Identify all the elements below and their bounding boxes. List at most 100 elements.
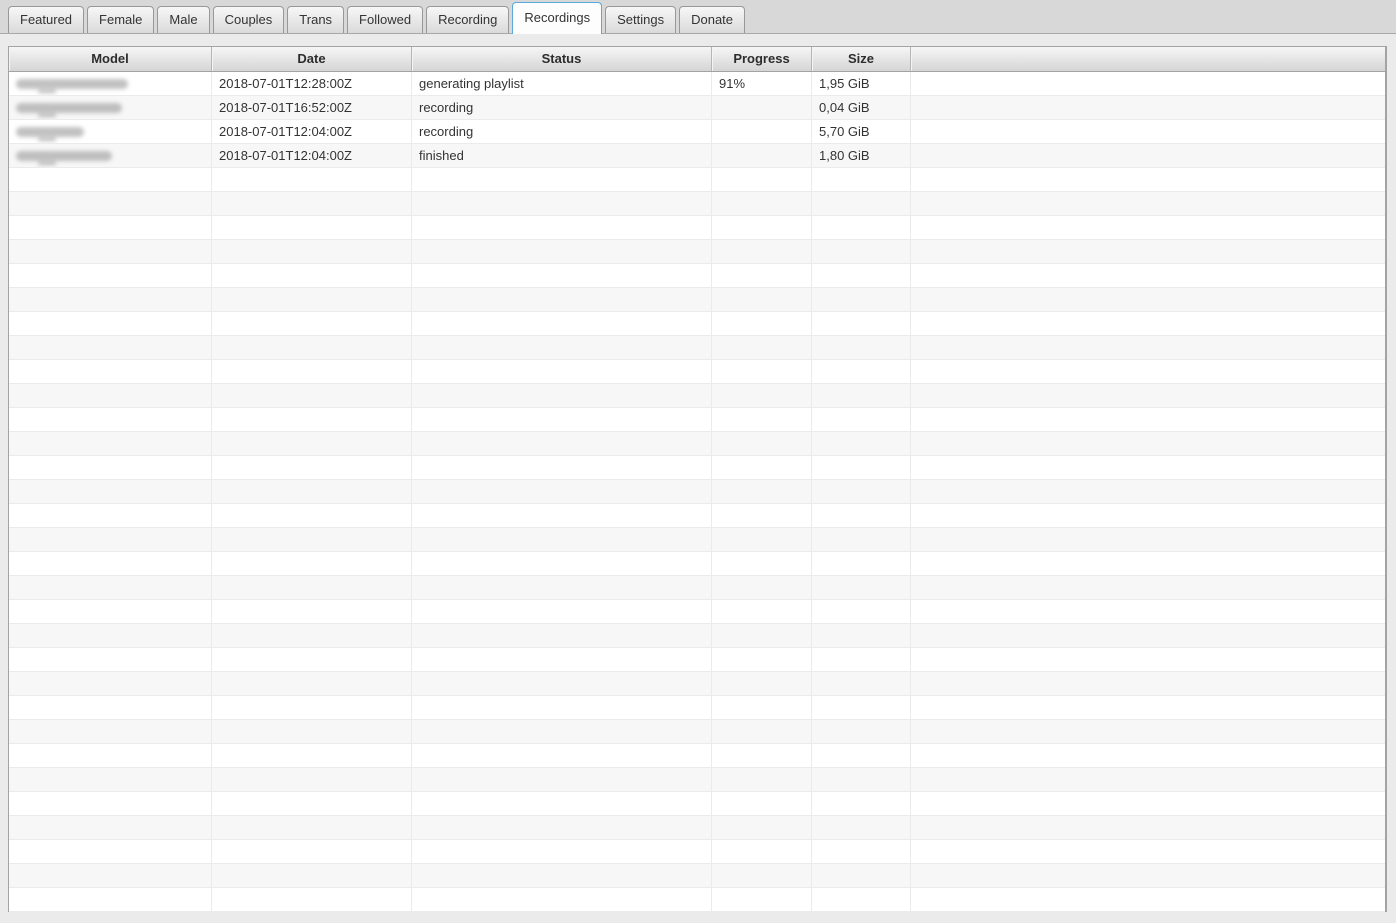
- column-header-size[interactable]: Size: [812, 47, 911, 71]
- cell-extra: [911, 288, 1385, 312]
- tab-featured[interactable]: Featured: [8, 6, 85, 33]
- cell-status: [412, 312, 712, 336]
- cell-model: [9, 384, 212, 408]
- cell-size: [812, 168, 911, 192]
- cell-status: recording: [412, 120, 712, 144]
- tab-followed[interactable]: Followed: [347, 6, 424, 33]
- table-row[interactable]: [9, 432, 1385, 456]
- cell-extra: [911, 384, 1385, 408]
- cell-size: [812, 816, 911, 840]
- table-row[interactable]: 2018-07-01T12:04:00Z finished 1,80 GiB: [9, 144, 1385, 168]
- table-row[interactable]: [9, 168, 1385, 192]
- cell-status: [412, 624, 712, 648]
- column-header-progress[interactable]: Progress: [712, 47, 812, 71]
- cell-status: [412, 192, 712, 216]
- cell-progress: [712, 264, 812, 288]
- column-header-date[interactable]: Date: [212, 47, 412, 71]
- cell-extra: [911, 768, 1385, 792]
- cell-extra: [911, 816, 1385, 840]
- table-row[interactable]: [9, 192, 1385, 216]
- tab-recording[interactable]: Recording: [426, 6, 510, 33]
- table-row[interactable]: [9, 600, 1385, 624]
- table-row[interactable]: [9, 864, 1385, 888]
- cell-model: [9, 336, 212, 360]
- table-row[interactable]: [9, 840, 1385, 864]
- table-row[interactable]: [9, 816, 1385, 840]
- cell-size: [812, 480, 911, 504]
- cell-extra: [911, 72, 1385, 96]
- cell-model: [9, 144, 212, 168]
- table-row[interactable]: [9, 504, 1385, 528]
- table-row[interactable]: [9, 312, 1385, 336]
- table-row[interactable]: [9, 264, 1385, 288]
- cell-model: [9, 240, 212, 264]
- table-row[interactable]: [9, 288, 1385, 312]
- table-row[interactable]: [9, 528, 1385, 552]
- cell-extra: [911, 192, 1385, 216]
- cell-date: [212, 408, 412, 432]
- tab-recordings[interactable]: Recordings: [512, 2, 603, 34]
- cell-progress: [712, 120, 812, 144]
- cell-date: [212, 768, 412, 792]
- table-body: 2018-07-01T12:28:00Z generating playlist…: [9, 72, 1385, 912]
- cell-date: [212, 288, 412, 312]
- cell-progress: [712, 552, 812, 576]
- cell-progress: [712, 888, 812, 912]
- recordings-table: Model Date Status Progress Size 2018-07-…: [8, 46, 1387, 912]
- cell-size: [812, 744, 911, 768]
- table-row[interactable]: [9, 744, 1385, 768]
- table-row[interactable]: [9, 696, 1385, 720]
- cell-progress: [712, 504, 812, 528]
- table-row[interactable]: [9, 672, 1385, 696]
- cell-status: [412, 720, 712, 744]
- column-header-status[interactable]: Status: [412, 47, 712, 71]
- cell-date: [212, 432, 412, 456]
- tab-female[interactable]: Female: [87, 6, 155, 33]
- tab-couples[interactable]: Couples: [212, 6, 285, 33]
- table-row[interactable]: 2018-07-01T12:28:00Z generating playlist…: [9, 72, 1385, 96]
- cell-progress: [712, 360, 812, 384]
- table-row[interactable]: [9, 552, 1385, 576]
- table-row[interactable]: 2018-07-01T16:52:00Z recording 0,04 GiB: [9, 96, 1385, 120]
- cell-date: [212, 168, 412, 192]
- table-row[interactable]: [9, 408, 1385, 432]
- cell-size: 0,04 GiB: [812, 96, 911, 120]
- table-row[interactable]: [9, 576, 1385, 600]
- table-row[interactable]: [9, 768, 1385, 792]
- table-row[interactable]: [9, 360, 1385, 384]
- table-row[interactable]: [9, 624, 1385, 648]
- table-row[interactable]: [9, 240, 1385, 264]
- table-row[interactable]: [9, 216, 1385, 240]
- cell-size: [812, 600, 911, 624]
- table-row[interactable]: 2018-07-01T12:04:00Z recording 5,70 GiB: [9, 120, 1385, 144]
- table-row[interactable]: [9, 792, 1385, 816]
- cell-extra: [911, 144, 1385, 168]
- cell-progress: [712, 768, 812, 792]
- table-row[interactable]: [9, 480, 1385, 504]
- cell-date: [212, 480, 412, 504]
- cell-model: [9, 672, 212, 696]
- table-row[interactable]: [9, 384, 1385, 408]
- table-row[interactable]: [9, 456, 1385, 480]
- tab-trans[interactable]: Trans: [287, 6, 345, 33]
- tab-label: Followed: [359, 12, 412, 27]
- tab-donate[interactable]: Donate: [679, 6, 746, 33]
- cell-size: [812, 552, 911, 576]
- cell-status: [412, 336, 712, 360]
- cell-size: [812, 528, 911, 552]
- cell-model: [9, 864, 212, 888]
- table-row[interactable]: [9, 888, 1385, 912]
- tab-label: Male: [169, 12, 198, 27]
- table-row[interactable]: [9, 648, 1385, 672]
- cell-date: [212, 552, 412, 576]
- cell-date: [212, 744, 412, 768]
- cell-status: [412, 216, 712, 240]
- cell-size: [812, 792, 911, 816]
- tab-male[interactable]: Male: [157, 6, 210, 33]
- cell-model: [9, 720, 212, 744]
- column-header-model[interactable]: Model: [9, 47, 212, 71]
- table-row[interactable]: [9, 336, 1385, 360]
- cell-date: [212, 192, 412, 216]
- tab-settings[interactable]: Settings: [605, 6, 677, 33]
- table-row[interactable]: [9, 720, 1385, 744]
